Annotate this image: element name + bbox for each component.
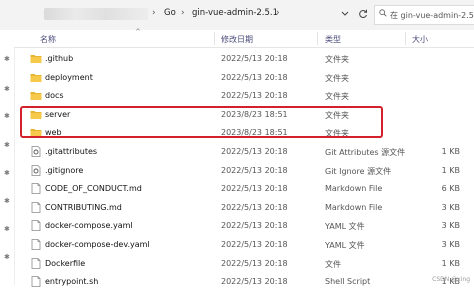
file-row[interactable]: .gitattributes 2022/5/13 20:18 Git Attribu… [14, 143, 474, 161]
pin-icon: ✱ [4, 197, 10, 205]
file-modified: 2022/5/13 20:18 [221, 91, 288, 101]
refresh-button[interactable] [354, 6, 372, 22]
navigation-pane[interactable]: ✱ ✱ ✱ ✱ ✱ ✱ ✱ ✱ [0, 30, 15, 285]
file-type: YAML 文件 [325, 222, 365, 232]
file-type: 文件夹 [325, 92, 349, 102]
file-name: CONTRIBUTING.md [45, 202, 122, 212]
file-type: Git Attributes 源文件 [325, 148, 406, 157]
file-row[interactable]: CODE_OF_CONDUCT.md 2022/5/13 20:18 Markdow… [14, 180, 474, 198]
column-size[interactable]: 大小 [412, 34, 428, 45]
column-name[interactable]: 名称 [40, 34, 56, 45]
file-name: deployment [45, 72, 93, 82]
file-size: 1 KB [441, 165, 460, 175]
file-type: Git Ignore 源文件 [325, 166, 392, 176]
git-file-icon [30, 164, 42, 176]
column-divider[interactable] [317, 32, 318, 45]
file-modified: 2022/5/13 20:18 [221, 258, 288, 268]
breadcrumb-go[interactable]: Go [164, 8, 176, 18]
file-row[interactable]: docs 2022/5/13 20:18 文件夹 [14, 87, 474, 105]
file-modified: 2022/5/13 20:18 [221, 221, 288, 231]
folder-icon [30, 90, 42, 101]
pin-icon: ✱ [4, 55, 10, 63]
file-name: .github [45, 54, 74, 63]
folder-icon [30, 53, 42, 64]
breadcrumb-separator: › [181, 8, 185, 18]
highlight-box [20, 106, 383, 138]
address-dropdown-button[interactable] [336, 6, 354, 22]
file-modified: 2022/5/13 20:18 [221, 54, 288, 63]
pin-icon: ✱ [4, 112, 10, 120]
file-row[interactable]: deployment 2022/5/13 20:18 文件夹 [14, 69, 474, 87]
file-modified: 2022/5/13 20:18 [221, 72, 288, 82]
column-divider[interactable] [214, 32, 215, 45]
watermark: CSDN @xing [432, 276, 470, 283]
column-modified[interactable]: 修改日期 [221, 34, 253, 45]
file-size: 3 KB [441, 202, 460, 212]
file-name: docker-compose.yaml [45, 221, 133, 231]
file-type: 文件 [325, 259, 341, 269]
file-icon [30, 220, 42, 232]
redacted-path-segment [44, 8, 148, 20]
file-modified: 2022/5/13 20:18 [221, 147, 288, 156]
file-icon [30, 276, 42, 288]
file-row[interactable]: entrypoint.sh 2022/5/13 20:18 Shell Script… [14, 273, 474, 291]
sort-up-icon: ^ [135, 28, 141, 36]
refresh-icon [359, 9, 367, 19]
file-icon [30, 239, 42, 250]
file-size: 6 KB [441, 184, 460, 194]
file-modified: 2022/5/13 20:18 [221, 240, 288, 249]
file-icon [30, 201, 42, 213]
column-type[interactable]: 类型 [325, 34, 341, 45]
file-row[interactable]: .gitignore 2022/5/13 20:18 Git Ignore 源文件 1… [14, 162, 474, 180]
git-file-icon [30, 146, 42, 157]
file-row[interactable]: CONTRIBUTING.md 2022/5/13 20:18 Markdown F… [14, 199, 474, 217]
search-placeholder: 在 gin-vue-admin-2.5.1 中搜 [390, 11, 474, 20]
pin-icon: ✱ [4, 141, 10, 149]
file-name: .gitattributes [45, 147, 98, 156]
file-row[interactable]: .github 2022/5/13 20:18 文件夹 [14, 50, 474, 68]
column-header: ^ 名称 修改日期 类型 大小 [14, 28, 474, 48]
search-input[interactable]: 在 gin-vue-admin-2.5.1 中搜 [374, 5, 474, 25]
file-size: 3 KB [441, 240, 460, 249]
file-name: docs [45, 91, 64, 101]
file-size: 3 KB [441, 221, 460, 231]
file-icon [30, 183, 42, 195]
breadcrumb-current-folder[interactable]: gin-vue-admin-2.5.1 [192, 8, 278, 18]
address-bar: › Go › gin-vue-admin-2.5.1 › 在 gin-vue-a… [0, 0, 474, 31]
file-modified: 2022/5/13 20:18 [221, 184, 288, 194]
file-type: 文件夹 [325, 55, 349, 64]
file-type: Markdown File [325, 202, 383, 212]
file-size: 1 KB [441, 147, 460, 156]
file-type: YAML 文件 [325, 241, 365, 250]
file-name: Dockerfile [45, 258, 86, 268]
file-type: Markdown File [325, 184, 383, 194]
file-row[interactable]: Dockerfile 2022/5/13 20:18 文件 1 KB [14, 255, 474, 273]
file-size: 1 KB [441, 258, 460, 268]
file-name: CODE_OF_CONDUCT.md [45, 184, 142, 194]
pin-icon: ✱ [4, 225, 10, 233]
breadcrumb-separator: › [152, 8, 156, 18]
chevron-down-icon [341, 11, 349, 16]
file-type: 文件夹 [325, 73, 349, 83]
file-row[interactable]: docker-compose.yaml 2022/5/13 20:18 YAML 文… [14, 217, 474, 235]
file-modified: 2022/5/13 20:18 [221, 202, 288, 212]
file-name: docker-compose-dev.yaml [45, 240, 150, 249]
column-divider[interactable] [405, 32, 406, 45]
file-row[interactable]: docker-compose-dev.yaml 2022/5/13 20:18 YA… [14, 236, 474, 254]
folder-icon [30, 72, 42, 83]
pin-icon: ✱ [4, 169, 10, 177]
pin-icon: ✱ [4, 253, 10, 261]
breadcrumb-separator: › [276, 8, 280, 18]
file-name: .gitignore [45, 165, 84, 175]
file-modified: 2022/5/13 20:18 [221, 165, 288, 175]
file-icon [30, 257, 42, 269]
pin-icon: ✱ [4, 85, 10, 93]
search-icon [379, 9, 387, 17]
